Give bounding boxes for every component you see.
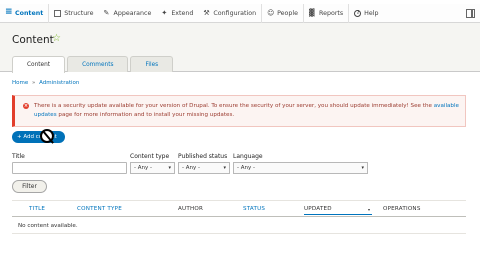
- column-updated[interactable]: UPDATED: [304, 206, 372, 215]
- toolbar-item-label: Structure: [64, 9, 94, 17]
- shortcut-star-icon[interactable]: ☆: [52, 33, 61, 44]
- page-header: Content ☆ Content Comments Files: [0, 23, 480, 73]
- toolbar-item-label: Configuration: [213, 9, 257, 17]
- admin-toolbar: Content Structure Appearance Extend Conf…: [0, 3, 480, 23]
- language-label: Language: [233, 153, 263, 160]
- published-status-value: - Any -: [182, 165, 200, 171]
- column-operations: OPERATIONS: [383, 206, 421, 212]
- toolbar-item-structure[interactable]: Structure: [49, 4, 98, 23]
- error-icon: ×: [23, 103, 29, 109]
- toolbar-item-label: Help: [364, 9, 379, 17]
- published-status-label: Published status: [178, 153, 228, 160]
- toolbar-item-reports[interactable]: Reports: [304, 3, 350, 23]
- toolbar-item-label: People: [277, 9, 299, 17]
- appearance-icon: [104, 10, 111, 17]
- error-message: × There is a security update available f…: [12, 95, 466, 127]
- breadcrumb-home[interactable]: Home: [12, 80, 28, 86]
- tab-content[interactable]: Content: [12, 56, 66, 73]
- chevron-down-icon: ▾: [361, 165, 364, 171]
- language-select[interactable]: - Any - ▾: [233, 162, 368, 174]
- breadcrumb: Home » Administration: [12, 80, 79, 86]
- content-type-label: Content type: [130, 153, 170, 160]
- column-status[interactable]: STATUS: [243, 206, 265, 212]
- toolbar-item-help[interactable]: Help: [349, 4, 383, 23]
- column-title[interactable]: TITLE: [29, 206, 45, 212]
- column-author: AUTHOR: [178, 206, 204, 212]
- toolbar-item-extend[interactable]: Extend: [156, 4, 198, 23]
- extend-icon: [161, 10, 168, 17]
- column-content-type[interactable]: CONTENT TYPE: [77, 206, 122, 212]
- cursor-icon: [40, 129, 54, 143]
- empty-table-message: No content available.: [18, 223, 78, 229]
- tab-comments[interactable]: Comments: [67, 56, 129, 72]
- primary-tabs: Content Comments Files: [12, 56, 175, 73]
- structure-icon: [54, 9, 62, 17]
- title-filter-input[interactable]: [12, 162, 127, 174]
- chevron-down-icon: ▾: [168, 165, 171, 171]
- toolbar-item-label: Reports: [319, 9, 344, 17]
- published-status-select[interactable]: - Any - ▾: [178, 162, 230, 174]
- toolbar-item-people[interactable]: People: [262, 3, 305, 23]
- language-value: - Any -: [237, 165, 255, 171]
- content-type-select[interactable]: - Any - ▾: [130, 162, 175, 174]
- toolbar-item-appearance[interactable]: Appearance: [99, 4, 157, 23]
- message-text-after: page for more information and to install…: [56, 112, 235, 118]
- breadcrumb-separator: »: [32, 80, 36, 86]
- filter-button[interactable]: Filter: [12, 180, 47, 193]
- reports-icon: [309, 10, 316, 17]
- toolbar-item-label: Appearance: [113, 9, 152, 17]
- toolbar-item-content[interactable]: Content: [0, 3, 50, 23]
- toolbar-item-configuration[interactable]: Configuration: [198, 3, 263, 23]
- message-text-before: There is a security update available for…: [34, 103, 434, 109]
- breadcrumb-administration[interactable]: Administration: [39, 80, 79, 86]
- error-message-text: There is a security update available for…: [34, 102, 464, 120]
- toolbar-orientation-toggle[interactable]: [465, 7, 476, 19]
- toolbar-item-label: Extend: [171, 9, 194, 17]
- toolbar-item-label: Content: [15, 9, 44, 17]
- help-icon: [354, 9, 362, 17]
- sidebar-toggle-icon: [466, 8, 475, 18]
- people-icon: [267, 10, 274, 17]
- content-type-value: - Any -: [134, 165, 152, 171]
- table-header: TITLE CONTENT TYPE AUTHOR STATUS UPDATED…: [12, 200, 466, 217]
- menu-icon: [5, 9, 13, 17]
- tab-files[interactable]: Files: [130, 56, 174, 72]
- page-title: Content: [12, 34, 54, 46]
- table-divider: [12, 233, 466, 234]
- add-content-button[interactable]: + Add content: [12, 131, 65, 143]
- chevron-down-icon: ▾: [223, 165, 226, 171]
- title-filter-label: Title: [12, 153, 25, 160]
- browser-viewport: Content Structure Appearance Extend Conf…: [0, 0, 480, 270]
- sort-desc-icon: ▾: [368, 207, 371, 212]
- configuration-icon: [203, 10, 210, 17]
